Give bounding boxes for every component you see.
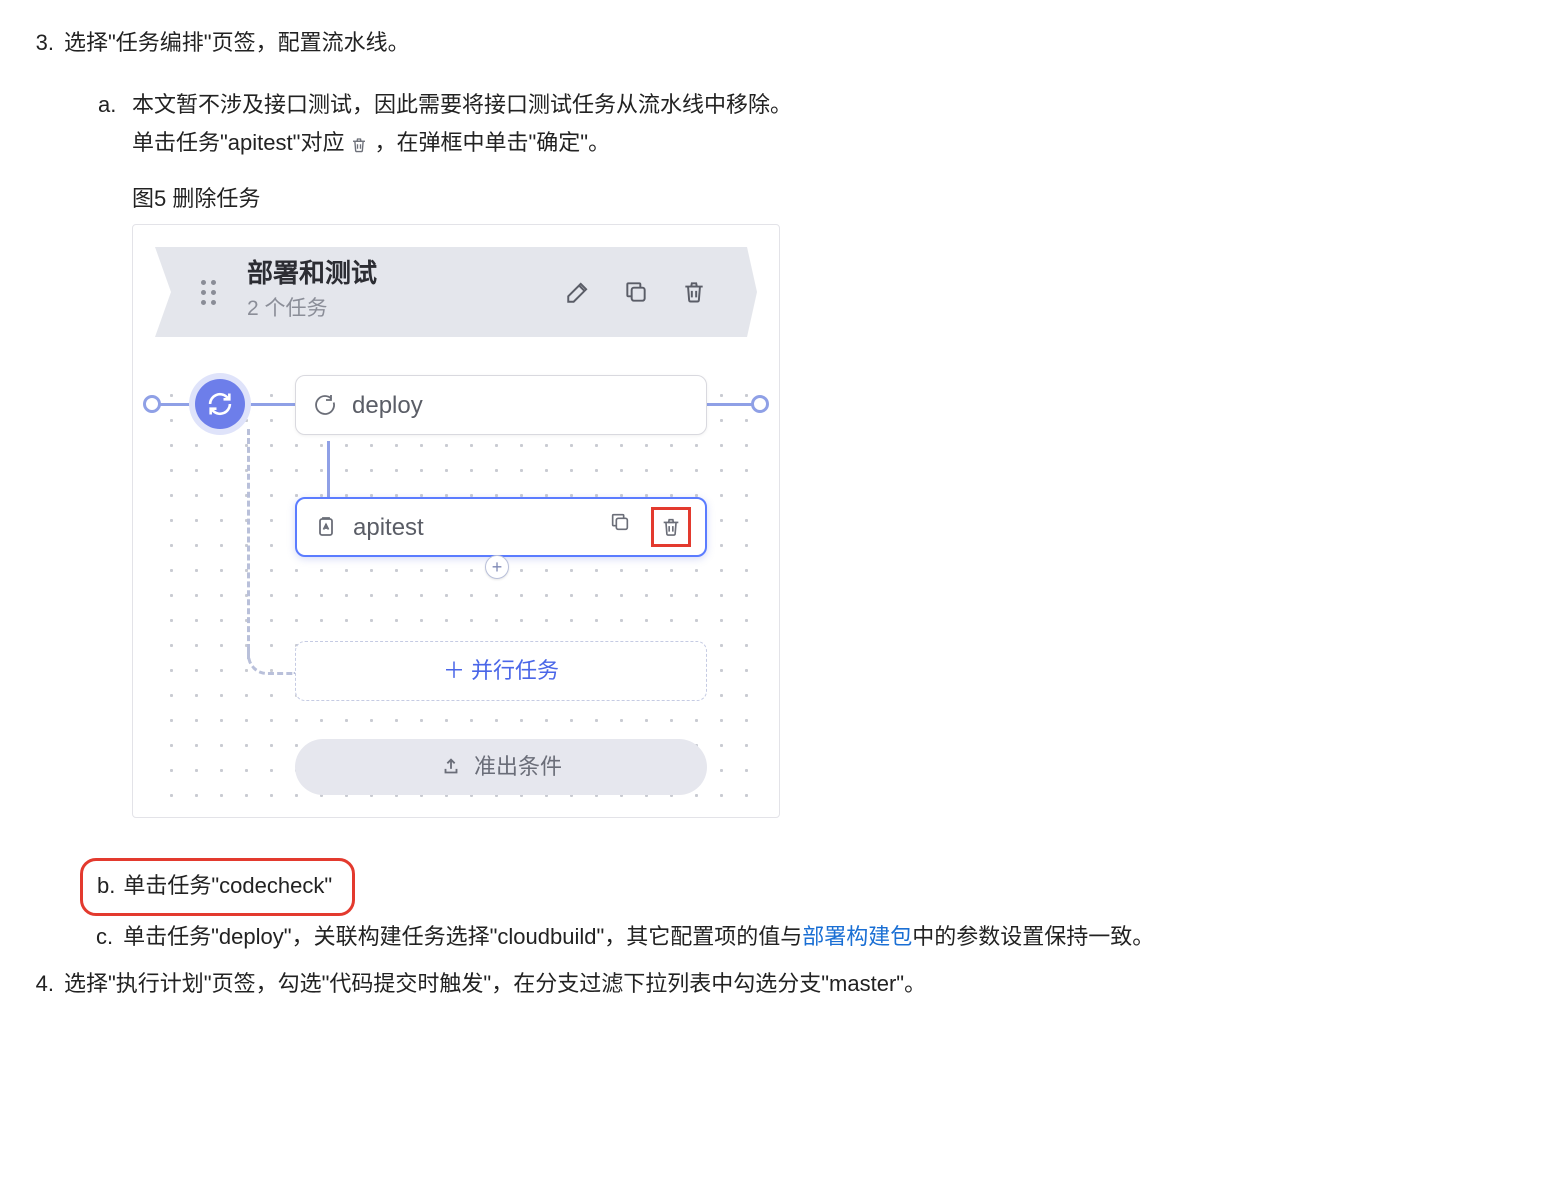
stage-notch-left xyxy=(155,247,183,337)
clipboard-icon xyxy=(313,514,339,540)
stage-start-node[interactable] xyxy=(195,379,245,429)
share-icon xyxy=(440,756,462,778)
task-apitest[interactable]: apitest xyxy=(295,497,707,557)
drag-handle-icon[interactable] xyxy=(201,280,221,305)
subitem-c-text-before: 单击任务"deploy"，关联构建任务选择"cloudbuild"，其它配置项的… xyxy=(123,924,802,949)
figure-caption: 图5 删除任务 xyxy=(132,182,1514,216)
pipeline-stage-card: 部署和测试 2 个任务 xyxy=(132,224,780,818)
add-serial-task-button[interactable]: + xyxy=(485,555,509,579)
step-3-number: 3. xyxy=(30,26,54,60)
rail-cap-left xyxy=(143,395,161,413)
trash-icon xyxy=(660,516,682,538)
solid-connector xyxy=(327,441,330,501)
dashed-connector-curve xyxy=(247,645,297,675)
subitem-a-line2-before: 单击任务"apitest"对应 xyxy=(132,126,344,160)
trash-icon[interactable] xyxy=(679,277,709,307)
subitem-b-text: 单击任务"codecheck" xyxy=(123,869,332,903)
copy-icon[interactable] xyxy=(621,277,651,307)
stage-notch-right xyxy=(729,247,757,337)
rail-cap-right xyxy=(751,395,769,413)
task-deploy[interactable]: deploy xyxy=(295,375,707,435)
step-3: 3. 选择"任务编排"页签，配置流水线。 xyxy=(30,26,1514,60)
subitem-a-line1: 本文暂不涉及接口测试，因此需要将接口测试任务从流水线中移除。 xyxy=(132,88,1514,122)
subitem-c: c. 单击任务"deploy"，关联构建任务选择"cloudbuild"，其它配… xyxy=(30,920,1514,954)
subitem-c-text-after: 中的参数设置保持一致。 xyxy=(912,924,1154,949)
trash-icon xyxy=(348,134,370,156)
step-3-text: 选择"任务编排"页签，配置流水线。 xyxy=(64,26,410,60)
step-4-text: 选择"执行计划"页签，勾选"代码提交时触发"，在分支过滤下拉列表中勾选分支"ma… xyxy=(64,967,926,1001)
stage-subtitle: 2 个任务 xyxy=(247,293,547,326)
stage-header[interactable]: 部署和测试 2 个任务 xyxy=(155,247,757,337)
subitem-a-line2-after: ，在弹框中单击"确定"。 xyxy=(374,126,610,160)
subitem-a: a. 本文暂不涉及接口测试，因此需要将接口测试任务从流水线中移除。 单击任务"a… xyxy=(98,88,1514,846)
sublist: a. 本文暂不涉及接口测试，因此需要将接口测试任务从流水线中移除。 单击任务"a… xyxy=(30,88,1514,846)
subitem-a-line2: 单击任务"apitest"对应 ，在弹框中单击"确定"。 xyxy=(132,126,1514,160)
step-4: 4. 选择"执行计划"页签，勾选"代码提交时触发"，在分支过滤下拉列表中勾选分支… xyxy=(30,967,1514,1001)
subitem-b-label: b. xyxy=(97,869,115,903)
task-apitest-label: apitest xyxy=(353,509,591,546)
add-parallel-task-label: ＋ 并行任务 xyxy=(443,654,559,688)
step-4-number: 4. xyxy=(30,967,54,1001)
exit-conditions-button[interactable]: 准出条件 xyxy=(295,739,707,795)
subitem-b-wrapper: b. 单击任务"codecheck" xyxy=(30,856,1514,916)
stage-body: 部署和测试 2 个任务 xyxy=(183,247,729,337)
edit-icon[interactable] xyxy=(563,277,593,307)
subitem-a-label: a. xyxy=(98,88,122,846)
cycle-icon xyxy=(312,392,338,418)
subitem-b-highlight: b. 单击任务"codecheck" xyxy=(80,858,355,916)
task-deploy-label: deploy xyxy=(352,387,692,424)
subitem-c-label: c. xyxy=(96,920,113,954)
stage-title: 部署和测试 xyxy=(247,259,547,289)
delete-apitest-button[interactable] xyxy=(651,507,691,547)
add-parallel-task-button[interactable]: ＋ 并行任务 xyxy=(295,641,707,701)
pipeline-canvas: deploy apitest xyxy=(155,379,757,799)
deploy-build-package-link[interactable]: 部署构建包 xyxy=(802,924,912,949)
copy-icon[interactable] xyxy=(605,507,635,537)
dashed-connector xyxy=(247,429,250,659)
exit-conditions-label: 准出条件 xyxy=(474,750,562,784)
refresh-icon xyxy=(206,390,234,418)
